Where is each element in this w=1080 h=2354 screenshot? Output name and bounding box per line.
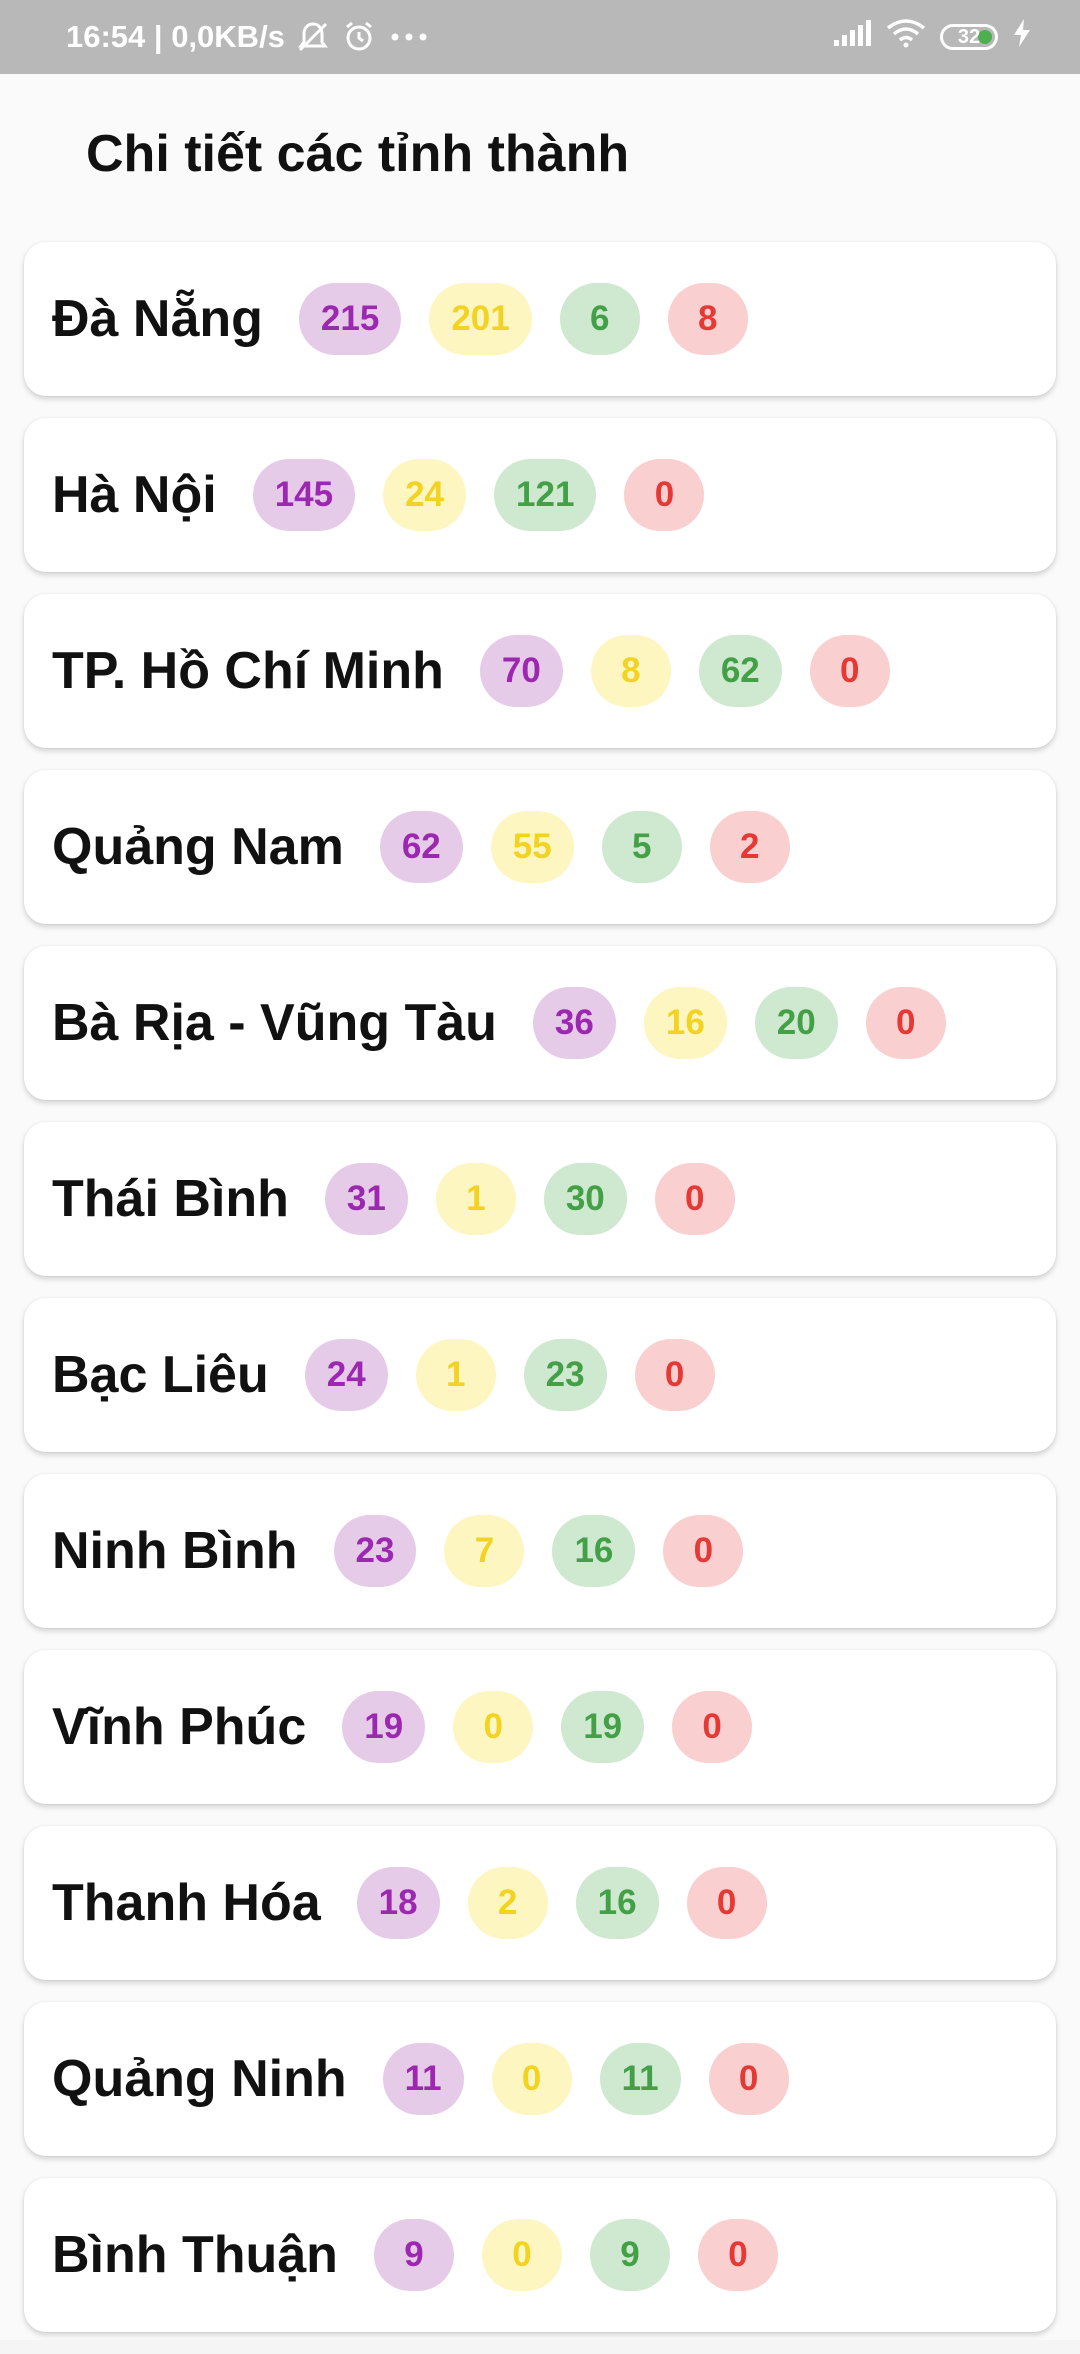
signal-icon xyxy=(832,18,872,56)
deaths-badge: 0 xyxy=(708,2043,789,2115)
province-card[interactable]: Hà Nội 145 24 121 0 xyxy=(24,418,1056,572)
recovered-cases-badge: 9 xyxy=(589,2219,670,2291)
more-dots-icon xyxy=(387,19,431,55)
deaths-badge: 0 xyxy=(634,1339,715,1411)
deaths-badge: 0 xyxy=(809,635,890,707)
province-name: TP. Hồ Chí Minh xyxy=(52,642,444,700)
province-card[interactable]: Quảng Nam 62 55 5 2 xyxy=(24,770,1056,924)
total-cases-badge: 9 xyxy=(373,2219,454,2291)
battery-level-text: 32 xyxy=(957,25,981,48)
deaths-badge: 0 xyxy=(672,1691,753,1763)
province-card[interactable]: Thanh Hóa 18 2 16 0 xyxy=(24,1826,1056,1980)
total-cases-badge: 31 xyxy=(324,1163,408,1235)
province-name: Hà Nội xyxy=(52,466,217,524)
treating-cases-badge: 8 xyxy=(590,635,671,707)
deaths-badge: 0 xyxy=(697,2219,778,2291)
status-bar: 16:54 | 0,0KB/s 32 xyxy=(0,0,1080,74)
province-name: Thái Bình xyxy=(52,1170,289,1228)
province-name: Bình Thuận xyxy=(52,2226,338,2284)
province-card[interactable]: Đà Nẵng 215 201 6 8 xyxy=(24,242,1056,396)
total-cases-badge: 18 xyxy=(356,1867,440,1939)
province-name: Bạc Liêu xyxy=(52,1346,269,1404)
province-name: Bà Rịa - Vũng Tàu xyxy=(52,994,497,1052)
province-name: Vĩnh Phúc xyxy=(52,1698,307,1756)
recovered-cases-badge: 6 xyxy=(559,283,640,355)
treating-cases-badge: 0 xyxy=(453,1691,534,1763)
deaths-badge: 8 xyxy=(667,283,748,355)
province-name: Quảng Ninh xyxy=(52,2050,347,2108)
treating-cases-badge: 2 xyxy=(467,1867,548,1939)
province-name: Quảng Nam xyxy=(52,818,344,876)
province-list[interactable]: Đà Nẵng 215 201 6 8 Hà Nội 145 24 121 0 TP. Hồ Chí… xyxy=(24,242,1056,2354)
province-name: Ninh Bình xyxy=(52,1522,298,1580)
province-card[interactable]: Bình Thuận 9 0 9 0 xyxy=(24,2178,1056,2332)
total-cases-badge: 70 xyxy=(479,635,563,707)
status-time: 16:54 xyxy=(66,19,146,54)
deaths-badge: 0 xyxy=(686,1867,767,1939)
status-right: 32 xyxy=(832,0,1032,74)
recovered-cases-badge: 121 xyxy=(494,459,597,531)
recovered-cases-badge: 5 xyxy=(601,811,682,883)
total-cases-badge: 36 xyxy=(532,987,616,1059)
province-name: Đà Nẵng xyxy=(52,290,263,348)
deaths-badge: 0 xyxy=(624,459,705,531)
treating-cases-badge: 0 xyxy=(481,2219,562,2291)
battery-icon: 32 xyxy=(940,24,998,50)
deaths-badge: 0 xyxy=(663,1515,744,1587)
total-cases-badge: 145 xyxy=(252,459,356,531)
status-left: 16:54 | 0,0KB/s xyxy=(66,19,431,55)
deaths-badge: 2 xyxy=(709,811,790,883)
recovered-cases-badge: 62 xyxy=(698,635,782,707)
total-cases-badge: 215 xyxy=(298,283,402,355)
treating-cases-badge: 1 xyxy=(415,1339,496,1411)
deaths-badge: 0 xyxy=(865,987,946,1059)
province-card[interactable]: TP. Hồ Chí Minh 70 8 62 0 xyxy=(24,594,1056,748)
muted-bell-icon xyxy=(295,19,331,55)
page-title: Chi tiết các tỉnh thành xyxy=(86,125,630,183)
app-content: Chi tiết các tỉnh thành Đà Nẵng 215 201 6 8 H… xyxy=(0,74,1080,2340)
recovered-cases-badge: 16 xyxy=(575,1867,659,1939)
province-card[interactable]: Ninh Bình 23 7 16 0 xyxy=(24,1474,1056,1628)
recovered-cases-badge: 11 xyxy=(599,2043,681,2115)
treating-cases-badge: 24 xyxy=(383,459,467,531)
treating-cases-badge: 0 xyxy=(491,2043,572,2115)
province-card[interactable]: Bạc Liêu 24 1 23 0 xyxy=(24,1298,1056,1452)
province-card[interactable]: Quảng Ninh 11 0 11 0 xyxy=(24,2002,1056,2156)
status-network-speed: 0,0KB/s xyxy=(171,19,285,54)
charging-bolt-icon xyxy=(1012,18,1032,56)
status-separator: | xyxy=(145,19,172,54)
recovered-cases-badge: 16 xyxy=(552,1515,636,1587)
province-card[interactable]: Thái Bình 31 1 30 0 xyxy=(24,1122,1056,1276)
total-cases-badge: 24 xyxy=(304,1339,388,1411)
total-cases-badge: 23 xyxy=(333,1515,417,1587)
province-name: Thanh Hóa xyxy=(52,1874,321,1932)
recovered-cases-badge: 30 xyxy=(543,1163,627,1235)
total-cases-badge: 19 xyxy=(342,1691,426,1763)
treating-cases-badge: 1 xyxy=(435,1163,516,1235)
treating-cases-badge: 201 xyxy=(429,283,532,355)
treating-cases-badge: 16 xyxy=(643,987,727,1059)
province-card[interactable]: Vĩnh Phúc 19 0 19 0 xyxy=(24,1650,1056,1804)
recovered-cases-badge: 19 xyxy=(561,1691,645,1763)
treating-cases-badge: 55 xyxy=(490,811,574,883)
recovered-cases-badge: 20 xyxy=(754,987,838,1059)
wifi-icon xyxy=(886,18,926,56)
recovered-cases-badge: 23 xyxy=(523,1339,607,1411)
province-card[interactable]: Bà Rịa - Vũng Tàu 36 16 20 0 xyxy=(24,946,1056,1100)
deaths-badge: 0 xyxy=(654,1163,735,1235)
treating-cases-badge: 7 xyxy=(444,1515,525,1587)
total-cases-badge: 11 xyxy=(382,2043,464,2115)
total-cases-badge: 62 xyxy=(379,811,463,883)
alarm-icon xyxy=(341,19,377,55)
